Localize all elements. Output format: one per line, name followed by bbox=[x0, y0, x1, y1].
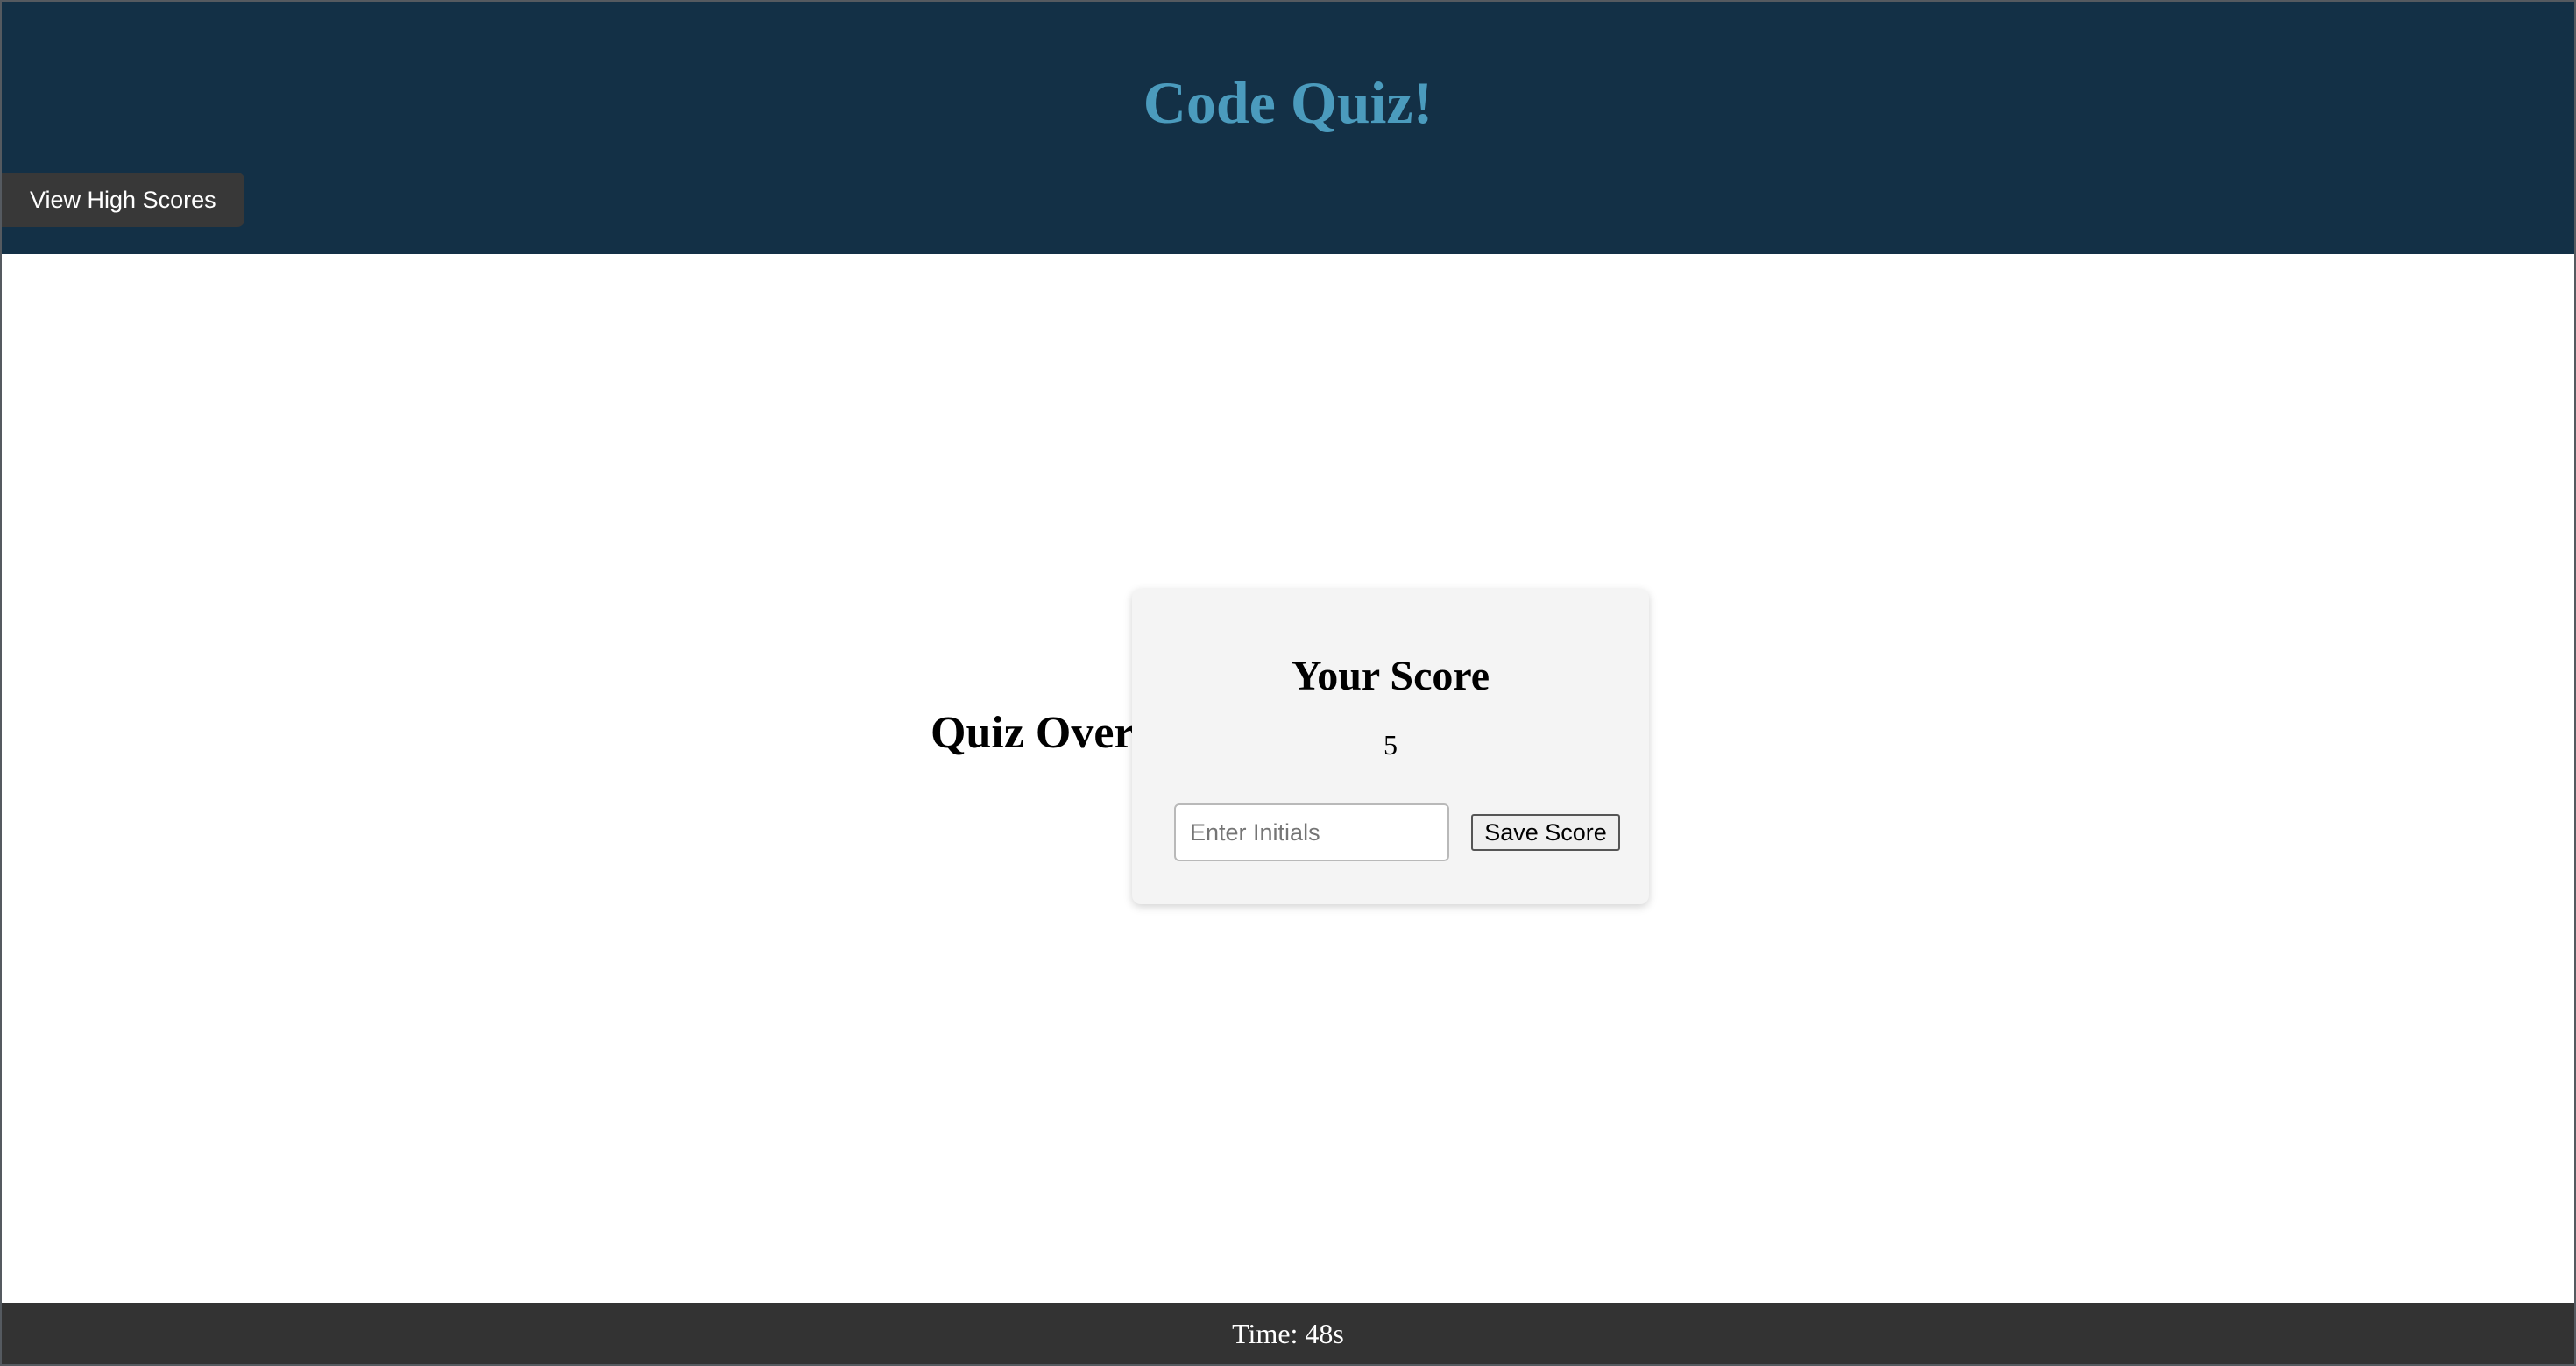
save-score-button[interactable]: Save Score bbox=[1471, 814, 1620, 851]
score-value: 5 bbox=[1384, 729, 1398, 761]
initials-input[interactable] bbox=[1174, 803, 1449, 861]
timer-text: Time: 48s bbox=[1232, 1318, 1344, 1349]
site-header: Code Quiz! View High Scores bbox=[2, 2, 2574, 254]
score-card: Your Score 5 Save Score bbox=[1132, 589, 1649, 904]
view-high-scores-button[interactable]: View High Scores bbox=[2, 173, 244, 227]
site-title: Code Quiz! bbox=[1143, 69, 1433, 136]
score-heading: Your Score bbox=[1291, 653, 1490, 699]
timer-footer: Time: 48s bbox=[2, 1303, 2574, 1364]
quiz-over-heading: Quiz Over! bbox=[931, 708, 1150, 758]
quiz-page: Code Quiz! View High Scores Quiz Over! Y… bbox=[0, 0, 2576, 1366]
